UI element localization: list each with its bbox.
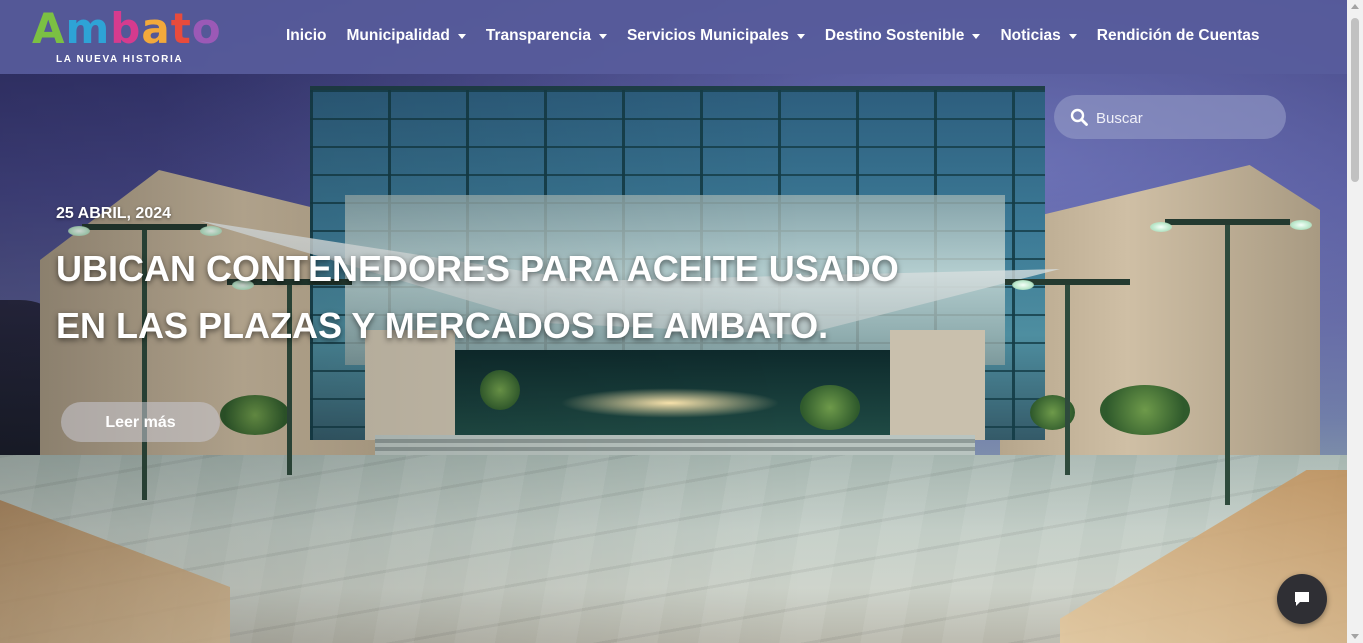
nav-label: Municipalidad	[346, 27, 450, 44]
nav-label: Noticias	[1000, 27, 1061, 44]
nav-item-noticias[interactable]: Noticias	[1000, 24, 1077, 48]
caret-down-icon	[598, 33, 607, 39]
nav-label: Transparencia	[485, 27, 591, 44]
main-nav: Inicio Municipalidad Transparencia Servi…	[286, 24, 1280, 48]
read-more-button[interactable]: Leer más	[61, 402, 220, 442]
nav-label: Rendición de Cuentas	[1096, 27, 1260, 44]
scrollbar-thumb[interactable]	[1351, 18, 1359, 182]
caret-down-icon	[457, 33, 466, 39]
headline-line: UBICAN CONTENEDORES PARA ACEITE USADO	[56, 248, 899, 289]
scroll-down-arrow-icon[interactable]	[1351, 634, 1359, 639]
logo-letter: a	[141, 4, 171, 53]
search-input[interactable]	[1094, 103, 1278, 133]
nav-label: Servicios Municipales	[626, 27, 789, 44]
top-navbar: Ambato LA NUEVA HISTORIA Inicio Municipa…	[0, 0, 1347, 74]
scroll-up-arrow-icon[interactable]	[1351, 4, 1359, 9]
nav-item-servicios-municipales[interactable]: Servicios Municipales	[627, 24, 805, 48]
nav-item-destino-sostenible[interactable]: Destino Sostenible	[825, 24, 981, 48]
caret-down-icon	[1068, 33, 1077, 39]
nav-label: Inicio	[286, 27, 327, 44]
hero-headline[interactable]: UBICAN CONTENEDORES PARA ACEITE USADO EN…	[56, 240, 936, 354]
caret-down-icon	[796, 33, 805, 39]
logo-letter: m	[65, 4, 111, 53]
nav-label: Destino Sostenible	[824, 27, 965, 44]
caret-down-icon	[972, 33, 981, 39]
chat-bubble-icon	[1295, 592, 1309, 606]
site-logo[interactable]: Ambato LA NUEVA HISTORIA	[32, 6, 221, 66]
search-box	[1054, 95, 1286, 139]
logo-tagline: LA NUEVA HISTORIA	[56, 54, 184, 65]
logo-letter: t	[170, 4, 192, 53]
headline-line: EN LAS PLAZAS Y MERCADOS DE AMBATO.	[56, 305, 829, 346]
page-scrollbar[interactable]	[1347, 0, 1363, 643]
logo-letter: b	[110, 4, 142, 53]
nav-item-transparencia[interactable]: Transparencia	[486, 24, 607, 48]
chat-button[interactable]	[1277, 574, 1327, 624]
logo-letter: A	[32, 4, 66, 53]
search-icon[interactable]	[1070, 108, 1088, 126]
nav-item-municipalidad[interactable]: Municipalidad	[346, 24, 466, 48]
post-date: 25 ABRIL, 2024	[56, 205, 172, 222]
nav-item-inicio[interactable]: Inicio	[286, 24, 326, 48]
logo-wordmark: Ambato	[32, 6, 222, 52]
logo-letter: o	[191, 4, 222, 53]
nav-item-rendicion-de-cuentas[interactable]: Rendición de Cuentas	[1097, 24, 1260, 48]
